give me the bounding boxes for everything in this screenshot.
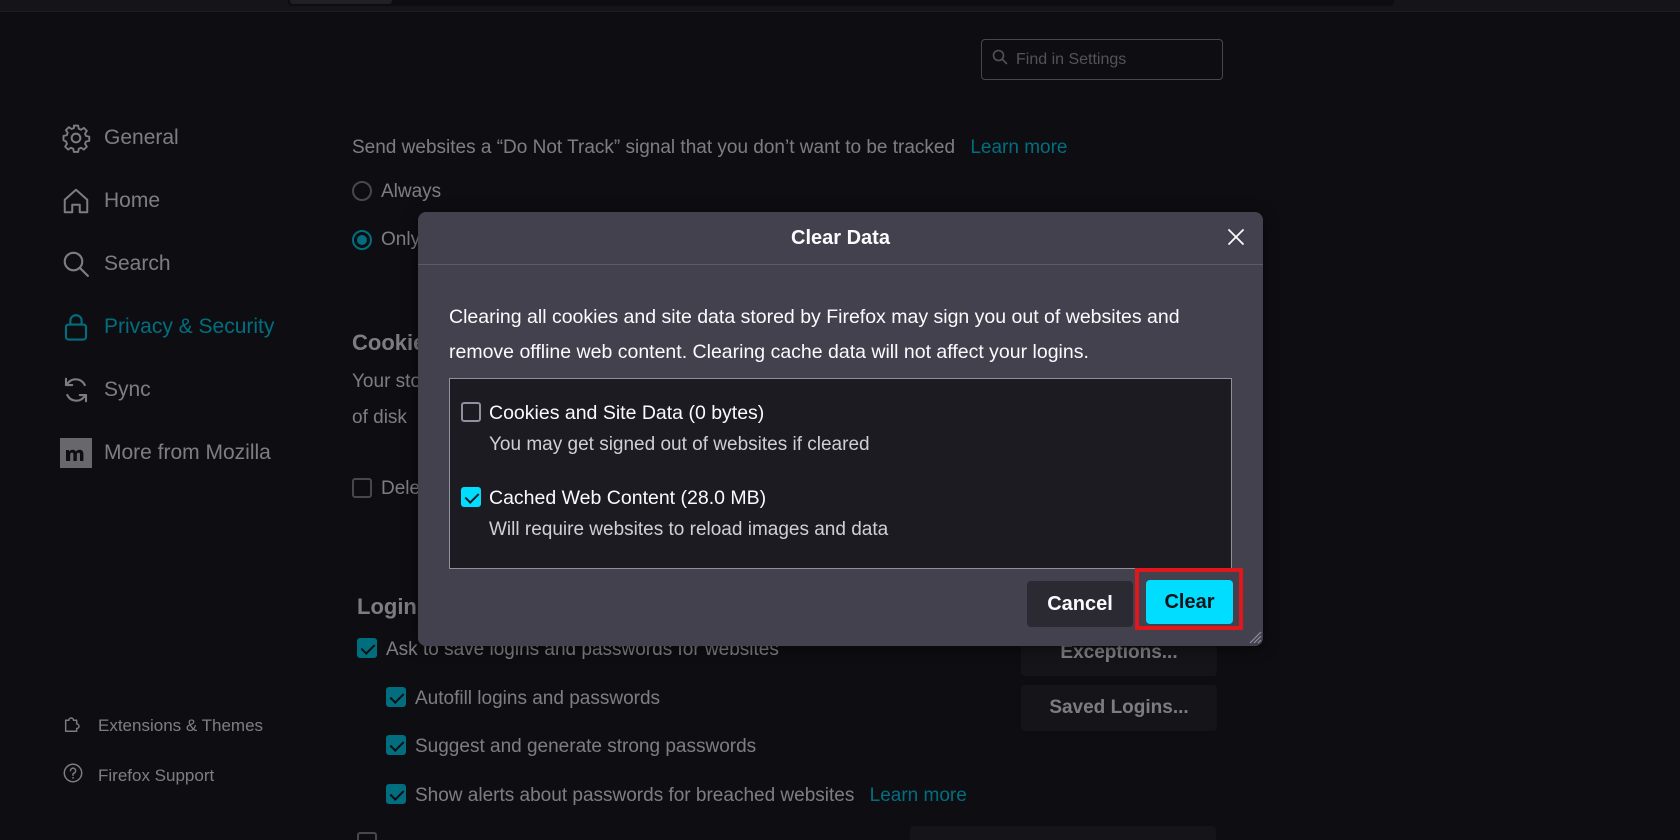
clear-button[interactable]: Clear xyxy=(1146,580,1233,624)
cached-web-content-checkbox[interactable] xyxy=(461,487,481,507)
resize-grip-icon[interactable] xyxy=(1246,628,1262,644)
dialog-description: Clearing all cookies and site data store… xyxy=(449,306,1180,363)
cancel-button[interactable]: Cancel xyxy=(1027,581,1133,627)
cookies-site-data-label: Cookies and Site Data (0 bytes) xyxy=(489,402,765,424)
cookies-site-data-checkbox[interactable] xyxy=(461,402,481,422)
close-icon xyxy=(1226,227,1246,252)
clear-options-list: Cookies and Site Data (0 bytes) You may … xyxy=(449,378,1232,569)
cached-web-content-subtitle: Will require websites to reload images a… xyxy=(489,519,889,540)
dialog-title: Clear Data xyxy=(418,212,1263,265)
close-dialog-button[interactable] xyxy=(1221,224,1251,254)
cookies-site-data-subtitle: You may get signed out of websites if cl… xyxy=(489,434,870,455)
cached-web-content-label: Cached Web Content (28.0 MB) xyxy=(489,487,767,509)
